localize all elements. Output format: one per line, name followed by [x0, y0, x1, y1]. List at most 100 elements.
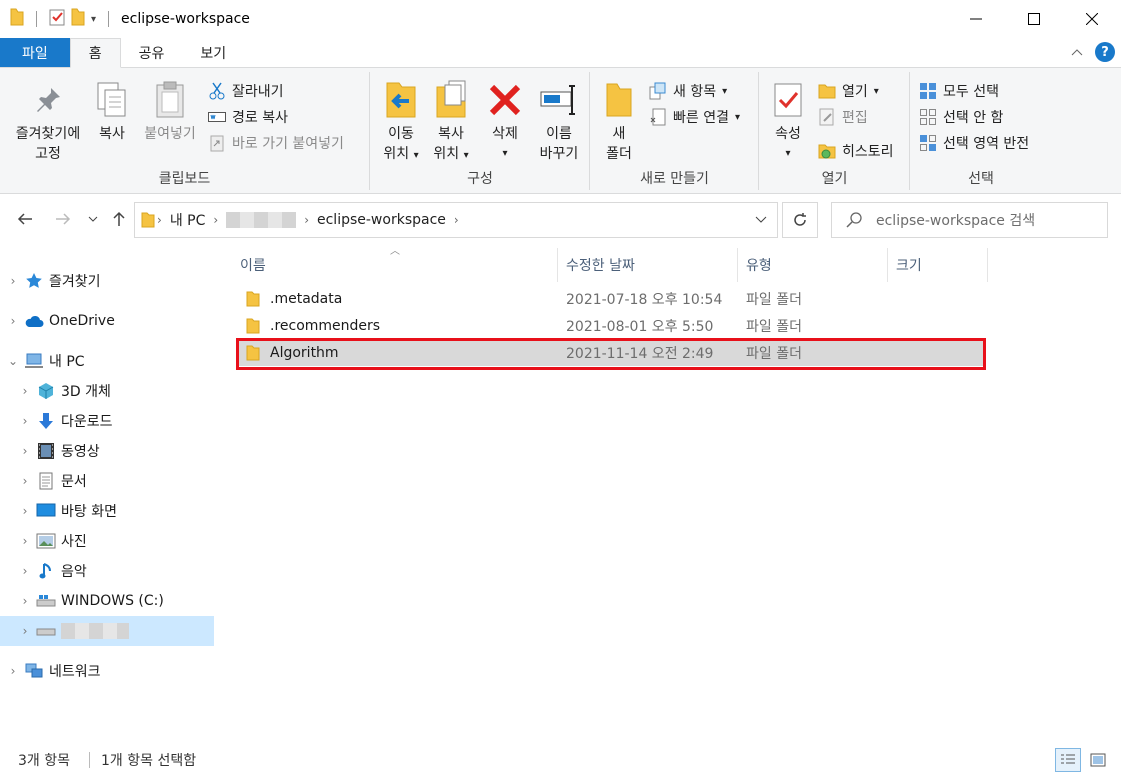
column-header-name[interactable]: 이름: [232, 248, 558, 282]
invert-selection-button[interactable]: 선택 영역 반전: [919, 132, 1029, 154]
chevron-right-icon[interactable]: ›: [157, 213, 162, 227]
minimize-button[interactable]: [947, 0, 1005, 38]
help-icon[interactable]: ?: [1095, 42, 1115, 62]
invert-selection-label: 선택 영역 반전: [943, 136, 1030, 152]
paste-shortcut-button[interactable]: 바로 가기 붙여넣기: [208, 132, 344, 154]
breadcrumb-redacted-drive[interactable]: [226, 212, 297, 228]
tab-share[interactable]: 공유: [121, 38, 183, 67]
select-none-button[interactable]: 선택 안 함: [919, 106, 1003, 128]
paste-button[interactable]: 붙여넣기: [138, 78, 202, 144]
sidebar-item-quick-access[interactable]: › 즐겨찾기: [0, 266, 214, 296]
move-to-button[interactable]: 이동 위치 ▾: [377, 78, 425, 166]
expand-icon[interactable]: ›: [18, 624, 32, 638]
column-header-date[interactable]: 수정한 날짜: [558, 248, 738, 282]
copy-button[interactable]: 복사: [92, 78, 132, 144]
sidebar-item-documents[interactable]: › 문서: [0, 466, 214, 496]
folder-icon[interactable]: [10, 8, 24, 30]
expand-icon[interactable]: ›: [18, 384, 32, 398]
copy-path-label: 경로 복사: [232, 110, 288, 126]
tab-view[interactable]: 보기: [182, 38, 244, 67]
sidebar-item-redacted-drive[interactable]: ›: [0, 616, 214, 646]
select-all-button[interactable]: 모두 선택: [919, 80, 999, 102]
sidebar-item-desktop[interactable]: › 바탕 화면: [0, 496, 214, 526]
refresh-button[interactable]: [782, 202, 818, 238]
breadcrumb-eclipse-workspace[interactable]: eclipse-workspace: [317, 212, 446, 228]
expand-icon[interactable]: ›: [18, 474, 32, 488]
sidebar-item-this-pc[interactable]: ⌄ 내 PC: [0, 346, 214, 376]
collapse-icon[interactable]: ⌄: [6, 354, 20, 368]
chevron-right-icon[interactable]: ›: [454, 213, 459, 227]
expand-icon[interactable]: ›: [18, 564, 32, 578]
column-header-type[interactable]: 유형: [738, 248, 888, 282]
tab-file[interactable]: 파일: [0, 38, 70, 67]
close-icon: [1086, 13, 1098, 25]
expand-icon[interactable]: ›: [6, 274, 20, 288]
copy-to-button[interactable]: 복사 위치 ▾: [427, 78, 475, 166]
expand-icon[interactable]: ›: [18, 414, 32, 428]
expand-icon[interactable]: ›: [6, 664, 20, 678]
maximize-button[interactable]: [1005, 0, 1063, 38]
expand-icon[interactable]: ›: [18, 594, 32, 608]
up-button[interactable]: [108, 206, 130, 232]
copy-path-button[interactable]: 경로 복사: [208, 106, 288, 128]
breadcrumb-this-pc[interactable]: 내 PC: [170, 210, 206, 230]
move-to-icon: [386, 82, 416, 118]
sidebar-item-windows-c[interactable]: › WINDOWS (C:): [0, 586, 214, 616]
file-date: 2021-08-01 오후 5:50: [566, 318, 714, 335]
address-dropdown-icon[interactable]: [755, 212, 767, 228]
forward-button[interactable]: [52, 206, 74, 232]
chevron-right-icon[interactable]: ›: [304, 213, 309, 227]
navigation-bar: › 내 PC › › eclipse-workspace › eclipse-w…: [0, 198, 1121, 240]
properties-button[interactable]: 속성 ▾: [768, 78, 808, 164]
back-button[interactable]: [14, 206, 36, 232]
column-header-size[interactable]: 크기: [888, 248, 988, 282]
rename-label-1: 이름: [546, 126, 572, 142]
sidebar-item-videos[interactable]: › 동영상: [0, 436, 214, 466]
rename-button[interactable]: 이름 바꾸기: [533, 78, 585, 164]
recent-locations-button[interactable]: [84, 206, 102, 232]
pin-icon: [37, 88, 60, 112]
sidebar-item-network[interactable]: › 네트워크: [0, 656, 214, 686]
close-button[interactable]: [1063, 0, 1121, 38]
large-icons-view-icon: [1090, 753, 1106, 767]
expand-icon[interactable]: ›: [6, 314, 20, 328]
cloud-icon: [24, 311, 44, 331]
open-button[interactable]: 열기 ▾: [818, 80, 879, 102]
pin-quick-access-button[interactable]: 즐겨찾기에 고정: [8, 78, 88, 164]
expand-icon[interactable]: ›: [18, 444, 32, 458]
table-row[interactable]: .metadata 2021-07-18 오후 10:54 파일 폴더: [236, 285, 986, 312]
scissors-icon: [209, 82, 225, 100]
sidebar-item-3d-objects[interactable]: › 3D 개체: [0, 376, 214, 406]
tab-home[interactable]: 홈: [69, 38, 121, 68]
details-view-button[interactable]: [1055, 748, 1081, 772]
customize-qat-icon[interactable]: ▾: [91, 14, 96, 25]
folder-icon: [246, 291, 260, 306]
address-bar[interactable]: › 내 PC › › eclipse-workspace ›: [134, 202, 778, 238]
new-item-button[interactable]: 새 항목 ▾: [649, 80, 727, 102]
expand-icon[interactable]: ›: [18, 534, 32, 548]
sidebar-item-downloads[interactable]: › 다운로드: [0, 406, 214, 436]
edit-button[interactable]: 편집: [818, 106, 868, 128]
cube-icon: [36, 381, 56, 401]
document-icon: [36, 471, 56, 491]
sidebar-item-label: 즐겨찾기: [49, 274, 101, 290]
sidebar-item-onedrive[interactable]: › OneDrive: [0, 306, 214, 336]
chevron-right-icon[interactable]: ›: [213, 213, 218, 227]
invert-selection-icon: [920, 135, 936, 151]
search-box[interactable]: eclipse-workspace 검색: [831, 202, 1108, 238]
delete-button[interactable]: 삭제 ▾: [485, 78, 525, 164]
sidebar-item-music[interactable]: › 음악: [0, 556, 214, 586]
easy-access-button[interactable]: 빠른 연결 ▾: [649, 106, 740, 128]
collapse-ribbon-icon[interactable]: [1071, 44, 1083, 60]
new-folder-button[interactable]: 새 폴더: [599, 78, 639, 164]
new-folder-icon[interactable]: [71, 8, 85, 30]
properties-icon: [774, 83, 802, 117]
cut-button[interactable]: 잘라내기: [208, 80, 284, 102]
expand-icon[interactable]: ›: [18, 504, 32, 518]
large-icons-view-button[interactable]: [1085, 748, 1111, 772]
file-date: 2021-07-18 오후 10:54: [566, 291, 723, 308]
properties-icon[interactable]: [49, 8, 65, 30]
sidebar-item-pictures[interactable]: › 사진: [0, 526, 214, 556]
table-row[interactable]: .recommenders 2021-08-01 오후 5:50 파일 폴더: [236, 312, 986, 339]
history-button[interactable]: 히스토리: [818, 140, 894, 162]
